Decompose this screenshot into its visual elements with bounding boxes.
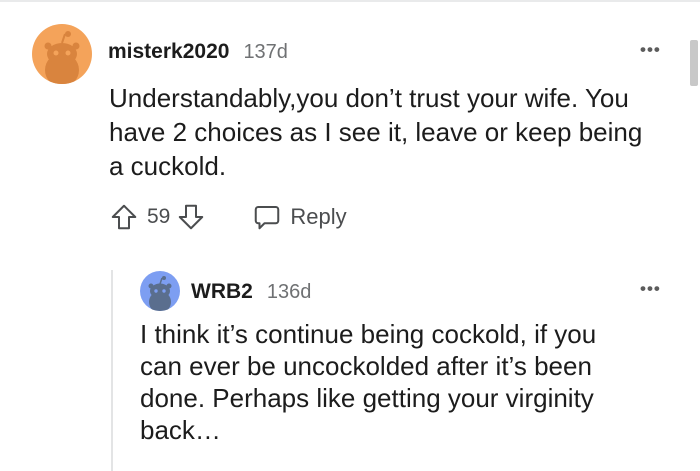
comment-body: Understandably,you don’t trust your wife… bbox=[109, 81, 642, 183]
scrollbar-thumb[interactable] bbox=[690, 40, 698, 86]
timestamp: 136d bbox=[266, 281, 312, 303]
reddit-snoo-icon bbox=[140, 271, 180, 311]
comment-line: back… bbox=[140, 415, 221, 445]
avatar[interactable] bbox=[140, 271, 180, 311]
reply-button[interactable]: Reply bbox=[252, 202, 347, 232]
downvote-icon[interactable] bbox=[176, 202, 206, 232]
reddit-snoo-icon bbox=[32, 24, 92, 84]
username[interactable]: misterk2020 bbox=[108, 40, 229, 64]
comment-line: Understandably,you don’t trust your wife… bbox=[109, 83, 629, 113]
comment-line: have 2 choices as I see it, leave or kee… bbox=[109, 117, 643, 147]
more-options-button[interactable]: ••• bbox=[640, 279, 661, 299]
comment-meta: misterk2020 137d bbox=[108, 40, 288, 64]
avatar[interactable] bbox=[32, 24, 92, 84]
thread-line[interactable] bbox=[111, 270, 113, 471]
comment-line: I think it’s continue being cockold, if … bbox=[140, 319, 597, 349]
top-divider bbox=[0, 0, 700, 2]
comment-actions: 59 Reply bbox=[109, 202, 347, 232]
comment-bubble-icon bbox=[252, 202, 282, 232]
comment-body: I think it’s continue being cockold, if … bbox=[140, 318, 596, 446]
comment-meta: WRB2 136d bbox=[191, 280, 311, 304]
more-options-button[interactable]: ••• bbox=[640, 40, 661, 60]
username[interactable]: WRB2 bbox=[191, 280, 253, 304]
comment-line: can ever be uncockolded after it’s been bbox=[140, 351, 592, 381]
reply-label: Reply bbox=[290, 204, 347, 229]
vote-count: 59 bbox=[147, 205, 171, 228]
comment-line: done. Perhaps like getting your virginit… bbox=[140, 383, 594, 413]
comment-line: a cuckold. bbox=[109, 151, 227, 181]
timestamp: 137d bbox=[243, 41, 288, 63]
upvote-icon[interactable] bbox=[109, 202, 139, 232]
